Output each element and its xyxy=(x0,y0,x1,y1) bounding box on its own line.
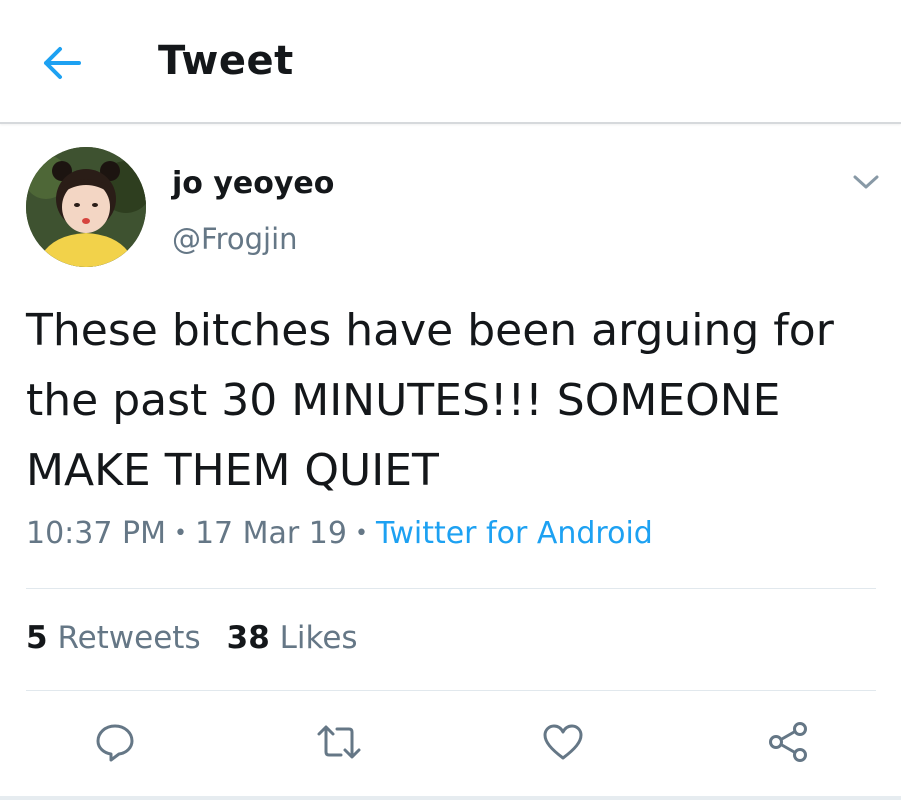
action-bar xyxy=(0,712,901,774)
page-title: Tweet xyxy=(158,38,294,84)
share-icon xyxy=(769,722,807,762)
separator-dot: • xyxy=(173,521,187,546)
tweet-metadata: 10:37 PM • 17 Mar 19 • Twitter for Android xyxy=(26,516,653,551)
like-button[interactable] xyxy=(533,712,593,772)
divider xyxy=(26,588,876,589)
likes-stat[interactable]: 38 Likes xyxy=(227,620,358,656)
share-button[interactable] xyxy=(758,712,818,772)
likes-label: Likes xyxy=(279,620,358,656)
retweets-count: 5 xyxy=(26,620,48,656)
top-bar: Tweet xyxy=(0,0,901,124)
chevron-down-icon xyxy=(853,175,879,189)
speech-bubble-icon xyxy=(96,724,134,762)
more-options-button[interactable] xyxy=(846,166,886,198)
tweet-date: 17 Mar 19 xyxy=(194,516,347,551)
likes-count: 38 xyxy=(226,620,270,656)
arrow-left-icon xyxy=(44,47,81,79)
separator-dot: • xyxy=(354,521,368,546)
retweets-stat[interactable]: 5 Retweets xyxy=(26,620,201,656)
avatar[interactable] xyxy=(26,147,146,267)
retweet-icon xyxy=(317,725,361,759)
tweet-stats: 5 Retweets 38 Likes xyxy=(26,620,358,656)
tweet-text: These bitches have been arguing for the … xyxy=(26,305,834,496)
display-name[interactable]: jo yeoyeo xyxy=(172,166,334,201)
bottom-border xyxy=(0,796,901,800)
heart-icon xyxy=(543,724,583,760)
tweet-time: 10:37 PM xyxy=(26,516,166,551)
divider xyxy=(26,690,876,691)
retweet-button[interactable] xyxy=(309,712,369,772)
user-handle[interactable]: @Frogjin xyxy=(172,222,298,256)
reply-button[interactable] xyxy=(85,712,145,772)
back-button[interactable] xyxy=(36,40,88,86)
retweets-label: Retweets xyxy=(57,620,201,656)
tweet-source-link[interactable]: Twitter for Android xyxy=(376,516,653,551)
avatar-photo xyxy=(26,147,146,267)
